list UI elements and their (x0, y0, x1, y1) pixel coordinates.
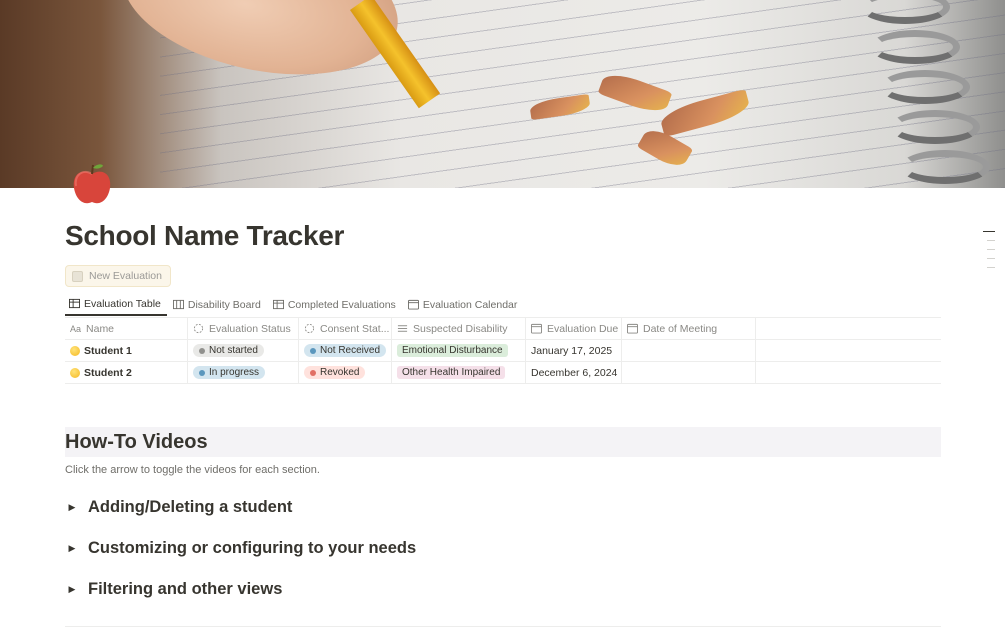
triangle-right-icon[interactable]: ▶ (65, 543, 79, 554)
column-label: Consent Stat... (320, 322, 390, 335)
toggle-label: Customizing or configuring to your needs (88, 539, 417, 557)
table-icon (69, 298, 80, 309)
tab-label: Evaluation Table (84, 297, 161, 310)
howto-description: Click the arrow to toggle the videos for… (65, 464, 320, 476)
table-row[interactable]: Student 1 Not started Not Received Emoti… (65, 340, 941, 362)
table-header: Aa Name Evaluation Status Consent Stat..… (65, 318, 941, 340)
list-icon (397, 325, 408, 332)
howto-heading: How-To Videos (65, 427, 941, 457)
tab-label: Evaluation Calendar (422, 298, 518, 311)
triangle-right-icon[interactable]: ▶ (65, 502, 79, 513)
view-tabs: Evaluation Table Disability Board Comple… (65, 293, 941, 317)
toggle-customizing[interactable]: ▶ Customizing or configuring to your nee… (65, 539, 417, 558)
cell-date-of-meeting[interactable] (622, 340, 756, 361)
student-name: Student 1 (84, 344, 132, 357)
toggle-label: Adding/Deleting a student (88, 498, 293, 516)
toggle-adding-deleting[interactable]: ▶ Adding/Deleting a student (65, 498, 293, 517)
apple-icon[interactable] (72, 162, 112, 206)
smiley-icon (70, 345, 80, 356)
tab-evaluation-calendar[interactable]: Evaluation Calendar (404, 293, 524, 316)
cell-name[interactable]: Student 2 (65, 362, 188, 383)
column-header-evaluation-status[interactable]: Evaluation Status (188, 318, 299, 339)
column-header-name[interactable]: Aa Name (65, 318, 188, 339)
table-icon (272, 299, 284, 310)
document-icon (72, 270, 83, 282)
cell-empty (756, 340, 941, 361)
column-label: Evaluation Due (547, 322, 619, 335)
new-evaluation-button[interactable]: New Evaluation (65, 265, 171, 287)
cell-evaluation-status[interactable]: Not started (188, 340, 299, 361)
text-prop-icon: Aa (70, 323, 82, 334)
calendar-icon (531, 323, 542, 334)
column-header-date-of-meeting[interactable]: Date of Meeting (622, 318, 756, 339)
triangle-right-icon[interactable]: ▶ (65, 584, 79, 595)
student-name: Student 2 (84, 366, 132, 379)
cell-consent-status[interactable]: Not Received (299, 340, 392, 361)
calendar-icon (407, 299, 419, 310)
tab-label: Disability Board (187, 298, 261, 311)
table-of-contents-minimap[interactable] (983, 231, 995, 276)
cell-suspected-disability[interactable]: Other Health Impaired (392, 362, 526, 383)
calendar-icon (627, 323, 638, 334)
evaluation-table: Aa Name Evaluation Status Consent Stat..… (65, 317, 941, 384)
cell-suspected-disability[interactable]: Emotional Disturbance (392, 340, 526, 361)
status-badge: Revoked (304, 366, 366, 379)
cell-evaluation-status[interactable]: In progress (188, 362, 299, 383)
status-badge: Not Received (304, 344, 387, 357)
cell-evaluation-due[interactable]: January 17, 2025 (526, 340, 622, 361)
status-badge: In progress (193, 366, 266, 379)
cell-evaluation-due[interactable]: December 6, 2024 (526, 362, 622, 383)
divider (65, 626, 941, 627)
tab-completed-evaluations[interactable]: Completed Evaluations (269, 293, 402, 316)
disability-tag: Other Health Impaired (397, 366, 506, 379)
table-row[interactable]: Student 2 In progress Revoked Other Heal… (65, 362, 941, 384)
cell-name[interactable]: Student 1 (65, 340, 188, 361)
column-header-suspected-disability[interactable]: Suspected Disability (392, 318, 526, 339)
status-icon (304, 323, 315, 334)
column-label: Date of Meeting (643, 322, 718, 335)
cell-consent-status[interactable]: Revoked (299, 362, 392, 383)
column-label: Name (86, 322, 115, 335)
column-label: Suspected Disability (413, 322, 508, 335)
board-icon (172, 299, 184, 310)
status-badge: Not started (193, 344, 264, 357)
disability-tag: Emotional Disturbance (397, 344, 508, 357)
smiley-icon (70, 367, 80, 378)
new-evaluation-label: New Evaluation (89, 270, 162, 282)
page-title: School Name Tracker (65, 220, 345, 251)
column-header-evaluation-due[interactable]: Evaluation Due (526, 318, 622, 339)
toggle-label: Filtering and other views (88, 580, 283, 598)
cell-empty (756, 362, 941, 383)
tab-disability-board[interactable]: Disability Board (169, 293, 267, 316)
tab-label: Completed Evaluations (287, 298, 396, 311)
column-header-consent-status[interactable]: Consent Stat... (299, 318, 392, 339)
column-header-empty (756, 318, 941, 339)
tab-evaluation-table[interactable]: Evaluation Table (65, 293, 167, 316)
status-icon (193, 323, 204, 334)
cover-image (0, 0, 1005, 188)
toggle-filtering[interactable]: ▶ Filtering and other views (65, 580, 283, 599)
cell-date-of-meeting[interactable] (622, 362, 756, 383)
column-label: Evaluation Status (209, 322, 291, 335)
